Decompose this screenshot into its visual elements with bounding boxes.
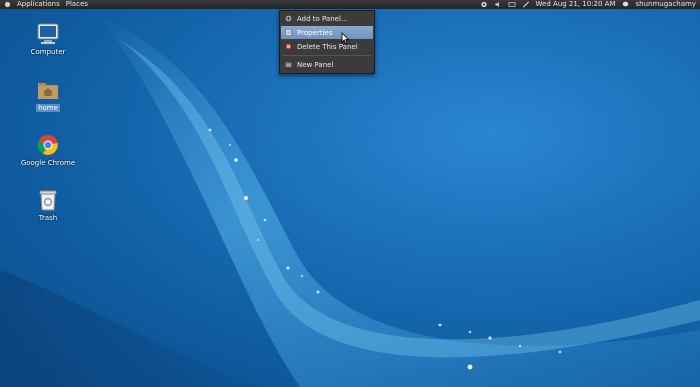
- desktop-icon-home[interactable]: home: [18, 78, 78, 112]
- gnome-foot-icon: [3, 1, 11, 8]
- desktop-icon-label: Computer: [30, 48, 66, 56]
- places-menu[interactable]: Places: [66, 0, 88, 9]
- pen-icon[interactable]: [522, 1, 530, 8]
- trash-icon: [36, 188, 60, 212]
- menu-item-properties[interactable]: Properties: [281, 26, 373, 39]
- desktop-icon-label: home: [36, 104, 60, 112]
- chat-bubble-icon: [622, 1, 630, 8]
- volume-icon[interactable]: [494, 1, 502, 8]
- chrome-icon: [36, 133, 60, 157]
- menu-item-add-to-panel[interactable]: Add to Panel...: [281, 12, 373, 25]
- network-icon[interactable]: [480, 1, 488, 8]
- add-to-panel-icon: [285, 15, 292, 22]
- computer-icon: [36, 22, 60, 46]
- panel-context-menu: Add to Panel... Properties Delete This P…: [279, 10, 375, 74]
- delete-panel-icon: [285, 43, 292, 50]
- desktop-icon-label: Google Chrome: [20, 159, 76, 167]
- top-panel: Applications Places Wed Aug 21, 10:20 AM…: [0, 0, 700, 9]
- applications-menu[interactable]: Applications: [17, 0, 60, 9]
- desktop-icon-trash[interactable]: Trash: [18, 188, 78, 222]
- menu-item-new-panel[interactable]: New Panel: [281, 58, 373, 71]
- desktop-icon-google-chrome[interactable]: Google Chrome: [18, 133, 78, 167]
- properties-icon: [285, 29, 292, 36]
- menu-item-label: New Panel: [297, 60, 334, 69]
- menu-item-label: Add to Panel...: [297, 14, 348, 23]
- menu-item-label: Properties: [297, 28, 333, 37]
- desktop-icon-computer[interactable]: Computer: [18, 22, 78, 56]
- menu-separator: [283, 55, 371, 56]
- new-panel-icon: [285, 61, 292, 68]
- keyboard-icon[interactable]: [508, 1, 516, 8]
- menu-item-delete-this-panel[interactable]: Delete This Panel: [281, 40, 373, 53]
- mouse-pointer-icon: [341, 32, 350, 44]
- folder-home-icon: [36, 78, 60, 102]
- desktop-icon-label: Trash: [38, 214, 58, 222]
- user-menu[interactable]: shunmugachamy: [636, 0, 696, 9]
- clock[interactable]: Wed Aug 21, 10:20 AM: [536, 0, 616, 9]
